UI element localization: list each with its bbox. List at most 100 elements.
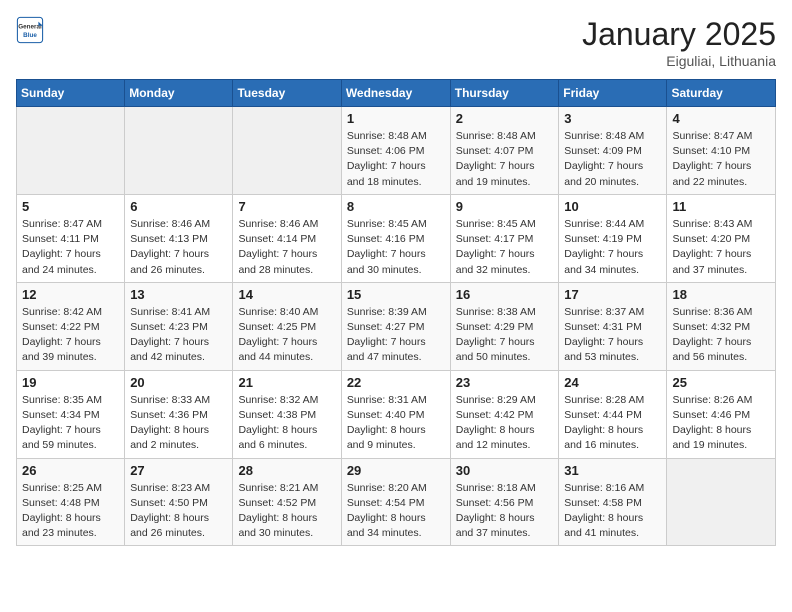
day-info: Sunrise: 8:43 AM Sunset: 4:20 PM Dayligh… — [672, 217, 770, 278]
calendar-cell: 19Sunrise: 8:35 AM Sunset: 4:34 PM Dayli… — [17, 370, 125, 458]
day-number: 22 — [347, 375, 445, 390]
day-info: Sunrise: 8:48 AM Sunset: 4:06 PM Dayligh… — [347, 129, 445, 190]
calendar-cell: 28 Sunrise: 8:21 AM Sunset: 4:52 PM Dayli… — [233, 458, 341, 546]
day-info: Sunrise: 8:39 AM Sunset: 4:27 PM Dayligh… — [347, 305, 445, 366]
day-number: 28 — [238, 463, 335, 478]
day-info: Sunrise: 8:45 AM Sunset: 4:17 PM Dayligh… — [456, 217, 554, 278]
day-number: 19 — [22, 375, 119, 390]
day-number: 2 — [456, 111, 554, 126]
calendar-cell: 26 Sunrise: 8:25 AM Sunset: 4:48 PM Dayli… — [17, 458, 125, 546]
calendar-cell: 10 Sunrise: 8:44 AM Sunset: 4:19 PM Dayli… — [559, 194, 667, 282]
day-info: Sunrise: 8:46 AM Sunset: 4:14 PM Dayligh… — [238, 217, 335, 278]
calendar-cell — [667, 458, 776, 546]
day-number: 18 — [672, 287, 770, 302]
calendar-cell: 25 Sunrise: 8:26 AM Sunset: 4:46 PM Dayli… — [667, 370, 776, 458]
day-number: 16 — [456, 287, 554, 302]
calendar-cell: 13 Sunrise: 8:41 AM Sunset: 4:23 PM Dayli… — [125, 282, 233, 370]
calendar-cell: 12Sunrise: 8:42 AM Sunset: 4:22 PM Dayli… — [17, 282, 125, 370]
day-number: 4 — [672, 111, 770, 126]
month-title: January 2025 — [582, 16, 776, 53]
calendar-cell: 23Sunrise: 8:29 AM Sunset: 4:42 PM Dayli… — [450, 370, 559, 458]
day-number: 20 — [130, 375, 227, 390]
calendar-cell: 8 Sunrise: 8:45 AM Sunset: 4:16 PM Daylig… — [341, 194, 450, 282]
calendar-cell: 30 Sunrise: 8:18 AM Sunset: 4:56 PM Dayli… — [450, 458, 559, 546]
day-number: 6 — [130, 199, 227, 214]
day-number: 31 — [564, 463, 661, 478]
day-number: 21 — [238, 375, 335, 390]
calendar-cell: 5Sunrise: 8:47 AM Sunset: 4:11 PM Daylig… — [17, 194, 125, 282]
calendar-cell: 21 Sunrise: 8:32 AM Sunset: 4:38 PM Dayli… — [233, 370, 341, 458]
day-number: 11 — [672, 199, 770, 214]
day-number: 8 — [347, 199, 445, 214]
calendar-week-row: 5Sunrise: 8:47 AM Sunset: 4:11 PM Daylig… — [17, 194, 776, 282]
day-info: Sunrise: 8:37 AM Sunset: 4:31 PM Dayligh… — [564, 305, 661, 366]
day-info: Sunrise: 8:44 AM Sunset: 4:19 PM Dayligh… — [564, 217, 661, 278]
day-info: Sunrise: 8:23 AM Sunset: 4:50 PM Dayligh… — [130, 481, 227, 542]
day-number: 30 — [456, 463, 554, 478]
day-number: 27 — [130, 463, 227, 478]
calendar-cell: 16 Sunrise: 8:38 AM Sunset: 4:29 PM Dayli… — [450, 282, 559, 370]
calendar-cell: 9Sunrise: 8:45 AM Sunset: 4:17 PM Daylig… — [450, 194, 559, 282]
day-info: Sunrise: 8:26 AM Sunset: 4:46 PM Dayligh… — [672, 393, 770, 454]
calendar-cell: 22 Sunrise: 8:31 AM Sunset: 4:40 PM Dayli… — [341, 370, 450, 458]
calendar-cell: 17Sunrise: 8:37 AM Sunset: 4:31 PM Dayli… — [559, 282, 667, 370]
calendar-cell — [17, 107, 125, 195]
calendar-cell: 2Sunrise: 8:48 AM Sunset: 4:07 PM Daylig… — [450, 107, 559, 195]
day-info: Sunrise: 8:47 AM Sunset: 4:11 PM Dayligh… — [22, 217, 119, 278]
weekday-header-thursday: Thursday — [450, 80, 559, 107]
day-number: 1 — [347, 111, 445, 126]
calendar-week-row: 12Sunrise: 8:42 AM Sunset: 4:22 PM Dayli… — [17, 282, 776, 370]
day-number: 24 — [564, 375, 661, 390]
day-info: Sunrise: 8:32 AM Sunset: 4:38 PM Dayligh… — [238, 393, 335, 454]
day-number: 26 — [22, 463, 119, 478]
calendar-cell: 7 Sunrise: 8:46 AM Sunset: 4:14 PM Daylig… — [233, 194, 341, 282]
calendar-cell: 15 Sunrise: 8:39 AM Sunset: 4:27 PM Dayli… — [341, 282, 450, 370]
day-info: Sunrise: 8:47 AM Sunset: 4:10 PM Dayligh… — [672, 129, 770, 190]
day-info: Sunrise: 8:36 AM Sunset: 4:32 PM Dayligh… — [672, 305, 770, 366]
weekday-header-monday: Monday — [125, 80, 233, 107]
calendar-week-row: 19Sunrise: 8:35 AM Sunset: 4:34 PM Dayli… — [17, 370, 776, 458]
day-info: Sunrise: 8:25 AM Sunset: 4:48 PM Dayligh… — [22, 481, 119, 542]
weekday-header-sunday: Sunday — [17, 80, 125, 107]
weekday-header-wednesday: Wednesday — [341, 80, 450, 107]
calendar-cell: 4 Sunrise: 8:47 AM Sunset: 4:10 PM Daylig… — [667, 107, 776, 195]
calendar-cell: 18 Sunrise: 8:36 AM Sunset: 4:32 PM Dayli… — [667, 282, 776, 370]
calendar-week-row: 1 Sunrise: 8:48 AM Sunset: 4:06 PM Daylig… — [17, 107, 776, 195]
calendar-cell: 31 Sunrise: 8:16 AM Sunset: 4:58 PM Dayli… — [559, 458, 667, 546]
day-info: Sunrise: 8:31 AM Sunset: 4:40 PM Dayligh… — [347, 393, 445, 454]
calendar-cell: 29Sunrise: 8:20 AM Sunset: 4:54 PM Dayli… — [341, 458, 450, 546]
day-info: Sunrise: 8:29 AM Sunset: 4:42 PM Dayligh… — [456, 393, 554, 454]
day-info: Sunrise: 8:16 AM Sunset: 4:58 PM Dayligh… — [564, 481, 661, 542]
location: Eiguliai, Lithuania — [582, 53, 776, 69]
day-info: Sunrise: 8:21 AM Sunset: 4:52 PM Dayligh… — [238, 481, 335, 542]
day-number: 14 — [238, 287, 335, 302]
day-info: Sunrise: 8:28 AM Sunset: 4:44 PM Dayligh… — [564, 393, 661, 454]
calendar-cell: 20 Sunrise: 8:33 AM Sunset: 4:36 PM Dayli… — [125, 370, 233, 458]
day-number: 13 — [130, 287, 227, 302]
calendar-cell — [125, 107, 233, 195]
day-info: Sunrise: 8:38 AM Sunset: 4:29 PM Dayligh… — [456, 305, 554, 366]
calendar-cell: 6 Sunrise: 8:46 AM Sunset: 4:13 PM Daylig… — [125, 194, 233, 282]
svg-text:Blue: Blue — [23, 32, 37, 39]
day-info: Sunrise: 8:20 AM Sunset: 4:54 PM Dayligh… — [347, 481, 445, 542]
day-number: 25 — [672, 375, 770, 390]
title-block: January 2025 Eiguliai, Lithuania — [582, 16, 776, 69]
calendar-cell: 1 Sunrise: 8:48 AM Sunset: 4:06 PM Daylig… — [341, 107, 450, 195]
day-info: Sunrise: 8:41 AM Sunset: 4:23 PM Dayligh… — [130, 305, 227, 366]
day-info: Sunrise: 8:42 AM Sunset: 4:22 PM Dayligh… — [22, 305, 119, 366]
calendar-week-row: 26 Sunrise: 8:25 AM Sunset: 4:48 PM Dayli… — [17, 458, 776, 546]
day-number: 7 — [238, 199, 335, 214]
day-number: 3 — [564, 111, 661, 126]
day-info: Sunrise: 8:45 AM Sunset: 4:16 PM Dayligh… — [347, 217, 445, 278]
day-info: Sunrise: 8:48 AM Sunset: 4:09 PM Dayligh… — [564, 129, 661, 190]
calendar-cell: 3 Sunrise: 8:48 AM Sunset: 4:09 PM Daylig… — [559, 107, 667, 195]
logo: General Blue — [16, 16, 44, 44]
day-number: 10 — [564, 199, 661, 214]
day-number: 15 — [347, 287, 445, 302]
day-info: Sunrise: 8:18 AM Sunset: 4:56 PM Dayligh… — [456, 481, 554, 542]
weekday-header-friday: Friday — [559, 80, 667, 107]
calendar-cell: 14Sunrise: 8:40 AM Sunset: 4:25 PM Dayli… — [233, 282, 341, 370]
calendar-table: SundayMondayTuesdayWednesdayThursdayFrid… — [16, 79, 776, 546]
day-info: Sunrise: 8:33 AM Sunset: 4:36 PM Dayligh… — [130, 393, 227, 454]
day-info: Sunrise: 8:46 AM Sunset: 4:13 PM Dayligh… — [130, 217, 227, 278]
